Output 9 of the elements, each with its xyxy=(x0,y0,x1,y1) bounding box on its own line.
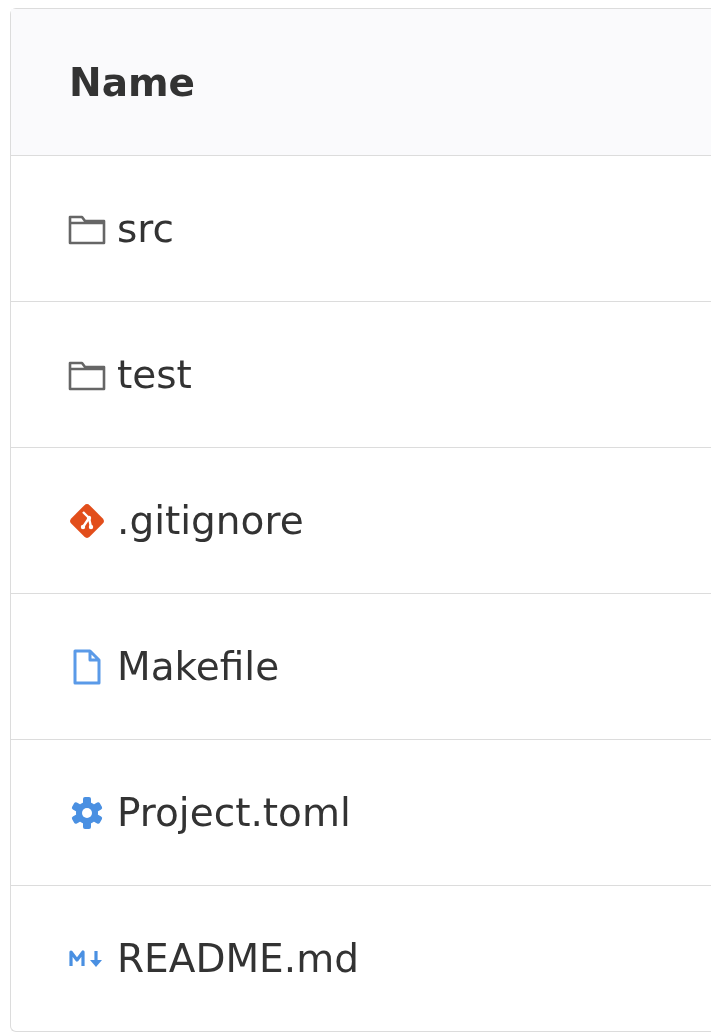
file-link[interactable]: Makefile xyxy=(117,644,280,689)
column-header: Name xyxy=(69,59,196,105)
folder-link[interactable]: test xyxy=(117,352,192,397)
folder-link[interactable]: src xyxy=(117,206,174,251)
gear-icon xyxy=(69,794,105,831)
file-link[interactable]: README.md xyxy=(117,936,359,981)
file-icon xyxy=(72,647,102,686)
file-link[interactable]: .gitignore xyxy=(117,498,304,543)
file-link[interactable]: Project.toml xyxy=(117,790,351,835)
